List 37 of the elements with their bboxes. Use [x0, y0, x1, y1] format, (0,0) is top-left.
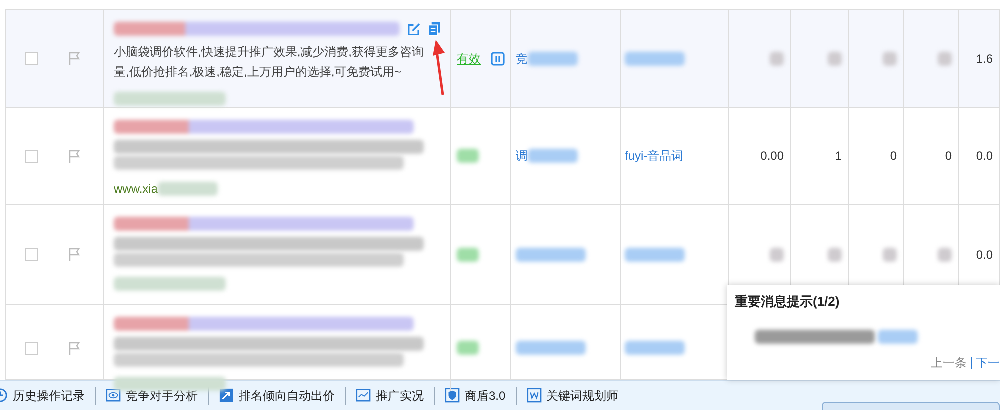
row-checkbox[interactable] — [25, 52, 38, 65]
flag-icon[interactable] — [69, 248, 81, 261]
flag-icon[interactable] — [69, 150, 81, 162]
toolbar-link[interactable]: 竞争对手分析 — [126, 386, 198, 404]
pointer-arrow — [431, 38, 447, 96]
pause-icon[interactable] — [491, 52, 505, 66]
next-link[interactable]: 下一 — [976, 354, 1000, 372]
popup-title: 重要消息提示(1/2) — [735, 293, 841, 311]
toolbar-link[interactable]: 商盾3.0 — [465, 386, 506, 404]
edit-icon[interactable] — [408, 22, 421, 36]
row-checkbox[interactable] — [25, 150, 38, 162]
flag-icon[interactable] — [69, 342, 81, 354]
unit-link[interactable]: 调 — [516, 147, 528, 165]
shield-icon — [445, 388, 460, 403]
number-cell-text: 0 — [945, 148, 952, 165]
number-cell-text: 0.00 — [760, 148, 784, 165]
toolbar-link[interactable]: 排名倾向自动出价 — [239, 386, 335, 404]
number-cell-text: 0 — [890, 148, 897, 165]
monitor-chart-icon — [356, 388, 371, 403]
number-cell-text: 0.0 — [976, 148, 993, 165]
number-cell-text: 1.6 — [976, 50, 993, 68]
row-checkbox[interactable] — [25, 342, 38, 354]
copy-icon[interactable] — [428, 22, 440, 36]
toolbar-link[interactable]: 关键词规划师 — [546, 386, 619, 404]
toolbar-link[interactable]: 历史操作记录 — [13, 386, 85, 404]
toolbar-link[interactable]: 推广实况 — [376, 386, 424, 404]
ad-description: 小脑袋调价软件,快速提升推广效果,减少消费,获得更多咨询量,低价抢排名,极速,稳定,上万用户的选择,可免费试用~ — [114, 44, 426, 81]
previous-link[interactable]: 上一条 — [931, 354, 967, 372]
number-cell-text: 1 — [835, 148, 842, 165]
number-cell-text: 0.0 — [976, 246, 993, 264]
unit-link[interactable]: 竞 — [516, 50, 528, 68]
row-checkbox[interactable] — [25, 248, 38, 261]
plan-link[interactable]: fuyi-音品词 — [625, 147, 684, 165]
ad-url: www.xia — [114, 181, 158, 198]
document-icon — [526, 388, 542, 403]
eye-icon — [106, 388, 121, 403]
flag-icon[interactable] — [69, 52, 81, 65]
